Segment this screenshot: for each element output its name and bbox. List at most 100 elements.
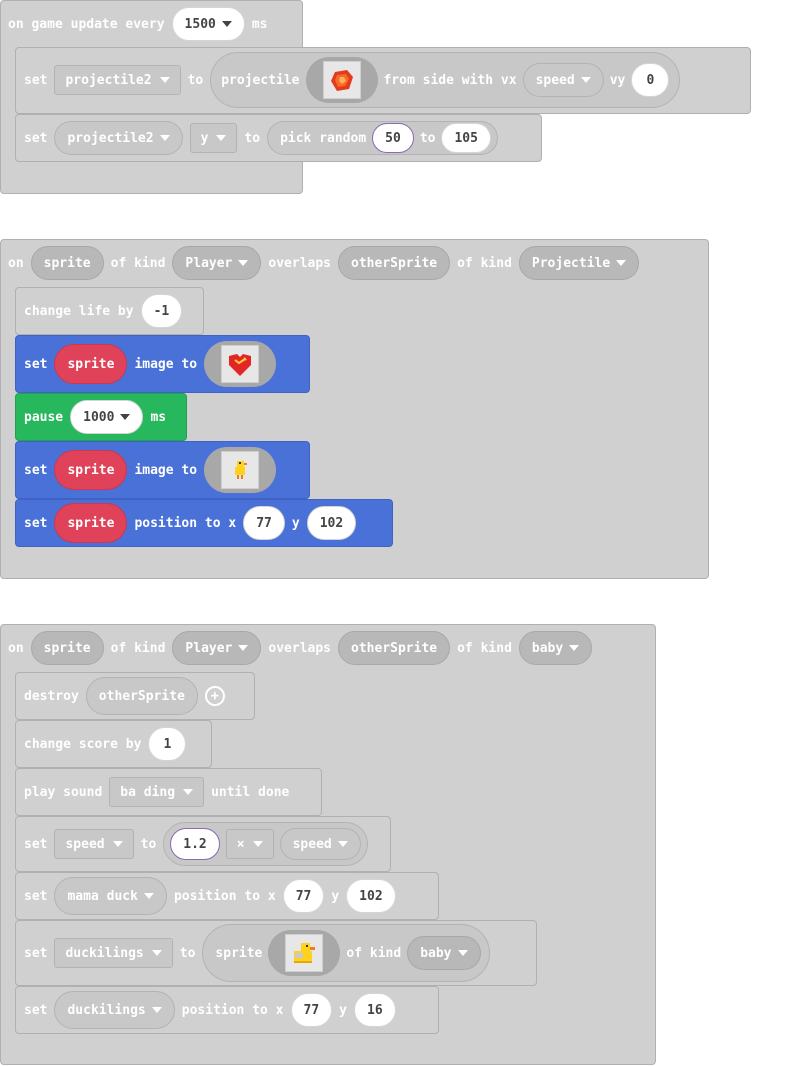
overlaps-label: overlaps <box>268 255 332 271</box>
sprite-var[interactable]: sprite <box>30 631 104 665</box>
other-sprite-var[interactable]: otherSprite <box>338 246 451 280</box>
kind-dropdown[interactable]: baby <box>518 631 593 665</box>
y-input[interactable]: 102 <box>306 506 357 540</box>
sprite-var[interactable]: sprite <box>54 344 128 384</box>
position-to-label: position to x <box>173 888 276 904</box>
on-label: on <box>8 255 24 271</box>
set-label: set <box>24 356 48 372</box>
overlap-hat: on sprite of kind Player overlaps otherS… <box>8 631 593 665</box>
set-y-row: set projectile2 y to pick random 50 to 1… <box>24 121 498 155</box>
multiply-expression[interactable]: 1.2 × speed <box>163 822 368 866</box>
sound-dropdown[interactable]: ba ding <box>109 777 205 807</box>
pause-dropdown[interactable]: 1000 <box>70 400 144 434</box>
factor-input[interactable]: 1.2 <box>170 828 220 860</box>
chevron-down-icon <box>252 841 263 847</box>
sprite-var[interactable]: sprite <box>54 450 128 490</box>
variable-dropdown[interactable]: duckilings <box>54 938 173 968</box>
image-to-label: image to <box>134 462 198 478</box>
to-label: to <box>244 130 261 146</box>
interval-dropdown[interactable]: 1500 <box>171 7 245 41</box>
of-kind-label: of kind <box>346 945 402 961</box>
set-speed-row: set speed to 1.2 × speed <box>24 821 368 867</box>
vy-input[interactable]: 0 <box>631 63 670 97</box>
operator-dropdown[interactable]: × <box>225 829 274 859</box>
game-update-hat: on game update every 1500 ms <box>8 7 268 41</box>
vy-label: vy <box>609 72 626 88</box>
y-input[interactable]: 16 <box>354 993 396 1027</box>
kind-dropdown[interactable]: Player <box>172 631 262 665</box>
life-input[interactable]: -1 <box>140 294 183 328</box>
min-input[interactable]: 50 <box>372 123 414 153</box>
projectile-image-icon <box>322 61 361 99</box>
image-picker[interactable] <box>204 341 277 387</box>
unit-label: ms <box>251 16 268 32</box>
set-label: set <box>24 836 48 852</box>
variable-dropdown[interactable]: speed <box>54 829 134 859</box>
kind-dropdown[interactable]: Player <box>172 246 262 280</box>
overlap-hat: on sprite of kind Player overlaps otherS… <box>8 246 640 280</box>
x-input[interactable]: 77 <box>243 506 285 540</box>
pick-random-label: pick random <box>280 130 367 146</box>
image-picker[interactable] <box>204 447 277 493</box>
pick-random[interactable]: pick random 50 to 105 <box>267 121 498 155</box>
set-label: set <box>24 515 48 531</box>
chevron-down-icon <box>159 135 170 141</box>
of-kind-label: of kind <box>457 255 512 271</box>
pause-row: pause 1000 ms <box>24 400 166 434</box>
image-picker[interactable] <box>268 930 341 976</box>
hurt-heart-image-icon <box>221 345 260 383</box>
set-mama-row: set mama duck position to x 77 y 102 <box>24 877 396 915</box>
chevron-down-icon <box>238 645 249 651</box>
x-input[interactable]: 77 <box>282 879 325 913</box>
chevron-down-icon <box>183 789 194 795</box>
sprite-var[interactable]: sprite <box>54 503 128 543</box>
set-projectile-row: set projectile2 to projectile from side … <box>24 52 681 108</box>
variable-dropdown[interactable]: projectile2 <box>54 121 183 155</box>
y-label: y <box>291 515 300 531</box>
set-duckilings-row: set duckilings to sprite of kind baby <box>24 924 490 982</box>
speed-var-dropdown[interactable]: speed <box>279 828 361 860</box>
change-score-row: change score by 1 <box>24 727 187 761</box>
set-image-row: set sprite image to <box>24 447 277 493</box>
property-dropdown[interactable]: y <box>189 123 238 153</box>
other-sprite-var[interactable]: otherSprite <box>85 677 198 715</box>
chevron-down-icon <box>120 414 131 420</box>
y-input[interactable]: 102 <box>346 879 396 913</box>
duckling-image-icon <box>285 934 324 972</box>
set-label: set <box>24 72 48 88</box>
position-to-label: position to x <box>181 1002 284 1018</box>
destroy-label: destroy <box>24 688 79 704</box>
of-kind-label: of kind <box>110 640 166 656</box>
set-duckilings-pos-row: set duckilings position to x 77 y 16 <box>24 991 396 1029</box>
set-image-row: set sprite image to <box>24 341 277 387</box>
change-score-label: change score by <box>24 736 142 752</box>
hat-label: on game update every <box>8 16 165 32</box>
kind-dropdown[interactable]: Projectile <box>518 246 640 280</box>
projectile-label: projectile <box>221 72 300 88</box>
variable-dropdown[interactable]: projectile2 <box>54 65 181 95</box>
vx-dropdown[interactable]: speed <box>522 63 604 97</box>
create-sprite-expression[interactable]: sprite of kind baby <box>202 924 490 982</box>
duck-image-icon <box>221 451 260 489</box>
max-input[interactable]: 105 <box>441 123 491 153</box>
sprite-var[interactable]: sprite <box>30 246 104 280</box>
chevron-down-icon <box>151 950 162 956</box>
variable-dropdown[interactable]: mama duck <box>54 877 167 915</box>
x-input[interactable]: 77 <box>290 993 333 1027</box>
change-life-row: change life by -1 <box>24 294 183 328</box>
from-side-label: from side with vx <box>383 72 517 88</box>
plus-icon[interactable]: + <box>204 686 225 706</box>
other-sprite-var[interactable]: otherSprite <box>338 631 451 665</box>
set-position-row: set sprite position to x 77 y 102 <box>24 503 357 543</box>
variable-dropdown[interactable]: duckilings <box>54 991 175 1029</box>
chevron-down-icon <box>616 260 627 266</box>
chevron-down-icon <box>112 841 123 847</box>
to-label: to <box>140 836 157 852</box>
on-label: on <box>8 640 24 656</box>
pause-label: pause <box>24 409 64 425</box>
projectile-from-side[interactable]: projectile from side with vx speed vy 0 <box>210 52 681 108</box>
kind-dropdown[interactable]: baby <box>407 936 481 970</box>
chevron-down-icon <box>337 841 348 847</box>
image-picker[interactable] <box>305 57 378 103</box>
score-input[interactable]: 1 <box>148 727 187 761</box>
